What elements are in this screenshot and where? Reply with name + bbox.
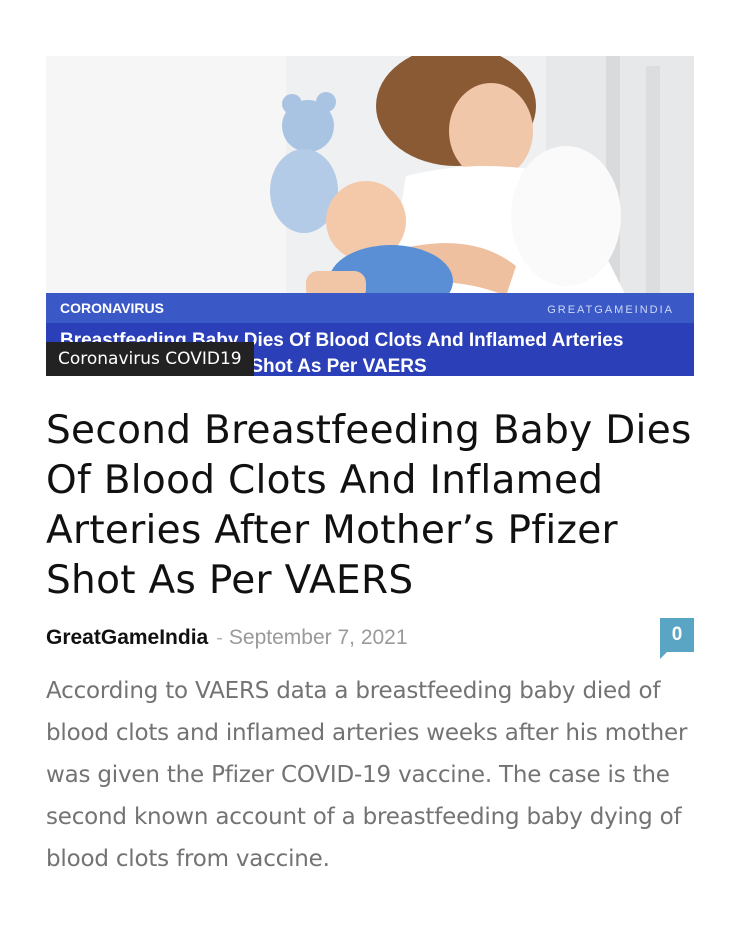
article-card: CORONAVIRUS GREATGAMEINDIA Breastfeeding… <box>46 56 694 880</box>
article-thumbnail[interactable]: CORONAVIRUS GREATGAMEINDIA Breastfeeding… <box>46 56 694 376</box>
comment-count-badge[interactable]: 0 <box>660 618 694 659</box>
banner-tag: CORONAVIRUS <box>60 300 164 316</box>
category-badge[interactable]: Coronavirus COVID19 <box>46 342 254 376</box>
article-meta: GreatGameIndia - September 7, 2021 0 <box>46 618 694 659</box>
article-excerpt: According to VAERS data a breastfeeding … <box>46 678 688 872</box>
banner-brand: GREATGAMEINDIA <box>547 304 674 316</box>
author-link[interactable]: GreatGameIndia <box>46 626 208 649</box>
publish-date: September 7, 2021 <box>228 626 408 649</box>
article-image: CORONAVIRUS GREATGAMEINDIA Breastfeeding… <box>46 56 694 376</box>
article-title[interactable]: Second Breastfeeding Baby Dies Of Blood … <box>46 406 694 606</box>
meta-separator: - <box>216 627 223 649</box>
